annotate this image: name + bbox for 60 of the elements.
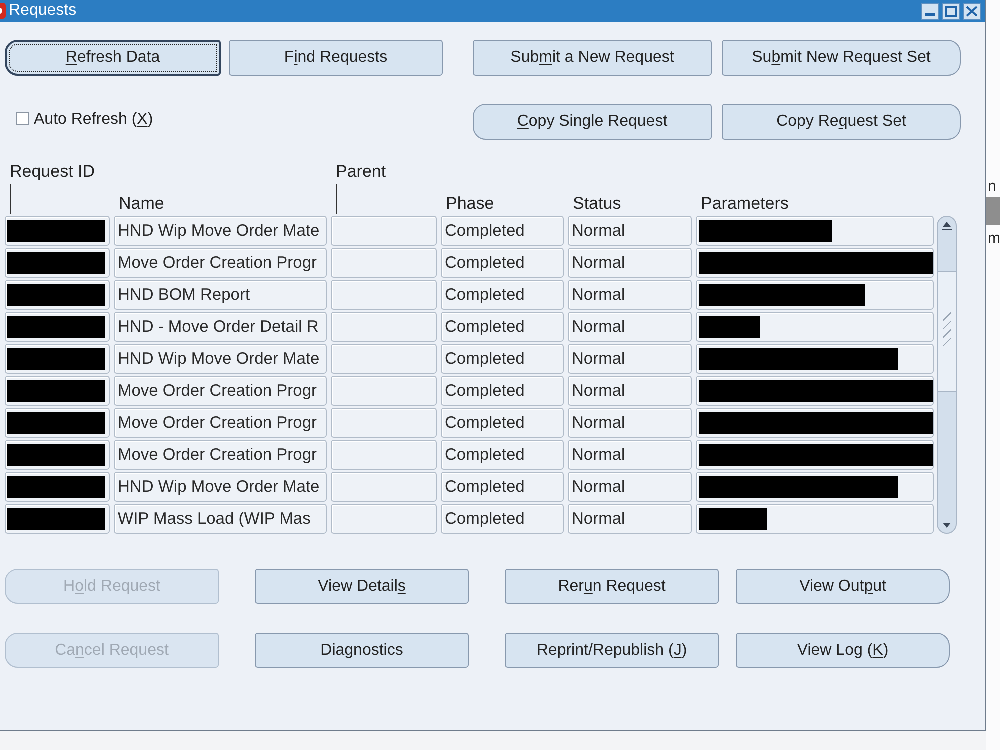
table-cell: Completed — [441, 248, 564, 278]
checkbox-label: Auto Refresh (X) — [34, 111, 154, 129]
table-cell: Normal — [568, 504, 692, 534]
table-cell: Move Order Creation Progr — [114, 440, 327, 470]
table-cell: HND - Move Order Detail R — [114, 312, 327, 342]
table-cell: Normal — [568, 344, 692, 374]
column-header: Request ID — [9, 162, 96, 182]
scrollbar-thumb[interactable] — [938, 271, 956, 392]
view-output-button[interactable]: View Output — [736, 569, 950, 604]
diagnostics-button[interactable]: Diagnostics — [255, 633, 469, 668]
column-header: Phase — [445, 194, 496, 214]
table-cell: HND BOM Report — [114, 280, 327, 310]
table-cell: Normal — [568, 216, 692, 246]
submit-request-set-button[interactable]: Submit New Request Set — [722, 40, 961, 76]
view-log-button[interactable]: View Log (K) — [736, 633, 950, 668]
column-header: Status — [572, 194, 622, 214]
table-cell: Move Order Creation Progr — [114, 408, 327, 438]
table-cell: Normal — [568, 408, 692, 438]
find-requests-button[interactable]: Find Requests — [229, 40, 443, 76]
app-icon — [0, 2, 7, 20]
table-cell: Completed — [441, 408, 564, 438]
table-cell: Completed — [441, 440, 564, 470]
close-icon[interactable] — [963, 2, 981, 20]
reprint-button[interactable]: Reprint/Republish (J) — [505, 633, 719, 668]
table-cell: Completed — [441, 344, 564, 374]
minimize-icon[interactable] — [921, 2, 939, 20]
table-cell: Completed — [441, 472, 564, 502]
auto-refresh-checkbox[interactable] — [16, 112, 29, 125]
table-cell: Completed — [441, 312, 564, 342]
table-cell: Completed — [441, 216, 564, 246]
table-cell: WIP Mass Load (WIP Mas — [114, 504, 327, 534]
refresh-data-button[interactable]: Refresh Data — [5, 40, 221, 76]
table-cell: Completed — [441, 280, 564, 310]
submit-request-button[interactable]: Submit a New Request — [473, 40, 712, 76]
table-cell: Completed — [441, 504, 564, 534]
table-cell: Normal — [568, 248, 692, 278]
table-cell: Move Order Creation Progr — [114, 248, 327, 278]
rerun-request-button[interactable]: Rerun Request — [505, 569, 719, 604]
panel-block — [986, 197, 1000, 225]
background-text: m — [987, 230, 1000, 248]
column-header: Parameters — [700, 194, 790, 214]
table-cell: Normal — [568, 440, 692, 470]
window-title: Requests — [9, 2, 77, 20]
copy-request-set-button[interactable]: Copy Request Set — [722, 104, 961, 140]
table-cell: Normal — [568, 376, 692, 406]
table-cell: HND Wip Move Order Mate — [114, 472, 327, 502]
table-cell: Move Order Creation Progr — [114, 376, 327, 406]
copy-single-request-button[interactable]: Copy Single Request — [473, 104, 712, 140]
background-text: n — [987, 178, 996, 196]
maximize-icon[interactable] — [942, 2, 960, 20]
table-cell: HND Wip Move Order Mate — [114, 216, 327, 246]
table-cell: Completed — [441, 376, 564, 406]
vertical-scrollbar[interactable] — [937, 216, 957, 534]
table-cell: Normal — [568, 472, 692, 502]
table-cell: Normal — [568, 280, 692, 310]
view-details-button[interactable]: View Details — [255, 569, 469, 604]
table-cell: Normal — [568, 312, 692, 342]
column-header: Parent — [335, 162, 388, 182]
column-header: Name — [118, 194, 166, 214]
table-cell: HND Wip Move Order Mate — [114, 344, 327, 374]
